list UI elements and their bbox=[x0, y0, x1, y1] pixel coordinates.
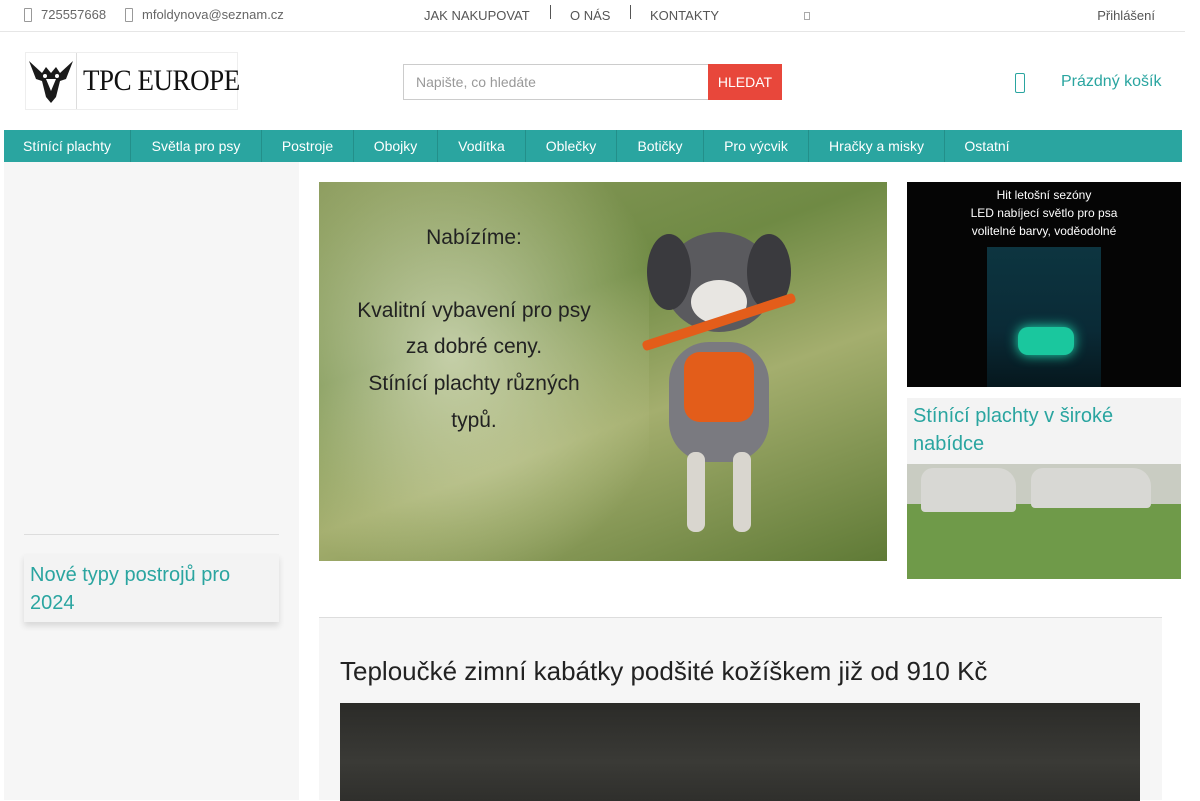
hero-banner[interactable]: Nabízíme: Kvalitní vybavení pro psy za d… bbox=[319, 182, 887, 561]
article-image[interactable] bbox=[340, 703, 1140, 801]
led-promo-line3: volitelné barvy, voděodolné bbox=[971, 224, 1117, 238]
nav-about[interactable]: O NÁS bbox=[570, 8, 610, 23]
category-shade-sails[interactable]: Stínící plachty bbox=[4, 130, 131, 162]
covered-caravan-image bbox=[1031, 468, 1151, 508]
led-light-promo[interactable]: Hit letošní sezóny LED nabíjecí světlo p… bbox=[907, 182, 1181, 387]
water-splash-image bbox=[987, 247, 1101, 387]
shade-covers-title: Stínící plachty v široké nabídce bbox=[913, 405, 1114, 455]
category-other[interactable]: Ostatní bbox=[945, 130, 1029, 162]
cart-icon[interactable] bbox=[1015, 73, 1025, 93]
nav-how-to-buy[interactable]: JAK NAKUPOVAT bbox=[424, 8, 530, 23]
hero-line-sails: Stínící plachty různých bbox=[368, 372, 580, 395]
search-input[interactable] bbox=[403, 64, 709, 100]
top-bar: 725557668 mfoldynova@seznam.cz JAK NAKUP… bbox=[0, 0, 1185, 32]
social-icon[interactable] bbox=[804, 12, 810, 20]
nav-contacts[interactable]: KONTAKTY bbox=[650, 8, 719, 23]
hero-heading: Nabízíme: bbox=[426, 226, 522, 249]
phone-contact[interactable]: 725557668 bbox=[24, 7, 106, 22]
bull-head-logo-icon bbox=[26, 53, 77, 109]
nav-separator bbox=[550, 5, 551, 19]
phone-number: 725557668 bbox=[41, 7, 107, 22]
category-nav: Stínící plachty Světla pro psy Postroje … bbox=[4, 130, 1182, 162]
email-address: mfoldynova@seznam.cz bbox=[142, 7, 284, 22]
category-clothes[interactable]: Oblečky bbox=[526, 130, 617, 162]
shade-covers-promo[interactable]: Stínící plachty v široké nabídce bbox=[907, 398, 1181, 579]
category-leashes[interactable]: Vodítka bbox=[438, 130, 526, 162]
led-promo-line1: Hit letošní sezóny bbox=[996, 188, 1092, 202]
harness-promo-title: Nové typy postrojů pro 2024 bbox=[30, 564, 231, 614]
led-device-image bbox=[1018, 327, 1074, 355]
sidebar-divider bbox=[24, 534, 279, 535]
covered-car-image bbox=[921, 468, 1016, 512]
shade-covers-caption: Stínící plachty v široké nabídce bbox=[907, 398, 1181, 464]
left-sidebar: Nové typy postrojů pro 2024 bbox=[4, 162, 299, 800]
phone-icon bbox=[24, 7, 32, 22]
harness-promo-card[interactable]: Nové typy postrojů pro 2024 bbox=[24, 554, 279, 622]
hero-line-price: za dobré ceny. bbox=[405, 335, 543, 358]
category-harnesses[interactable]: Postroje bbox=[262, 130, 354, 162]
category-toys-bowls[interactable]: Hračky a misky bbox=[809, 130, 945, 162]
hero-line-types: typů. bbox=[451, 409, 497, 432]
category-dog-lights[interactable]: Světla pro psy bbox=[131, 130, 262, 162]
site-logo[interactable]: TPC EUROPE bbox=[25, 52, 240, 110]
article-title[interactable]: Teploučké zimní kabátky podšité kožíškem… bbox=[340, 656, 987, 687]
category-training[interactable]: Pro výcvik bbox=[704, 130, 809, 162]
nav-separator bbox=[630, 5, 631, 19]
category-booties[interactable]: Botičky bbox=[617, 130, 704, 162]
led-promo-line2: LED nabíjecí světlo pro psa bbox=[970, 206, 1118, 220]
article-section: Teploučké zimní kabátky podšité kožíškem… bbox=[319, 617, 1162, 801]
email-contact[interactable]: mfoldynova@seznam.cz bbox=[125, 7, 284, 22]
envelope-icon bbox=[125, 7, 133, 22]
search-button[interactable]: HLEDAT bbox=[708, 64, 782, 100]
dog-image bbox=[642, 232, 796, 532]
category-collars[interactable]: Obojky bbox=[354, 130, 438, 162]
login-link[interactable]: Přihlášení bbox=[1097, 8, 1155, 23]
hero-line-quality: Kvalitní vybavení pro psy bbox=[357, 299, 591, 322]
cart-status[interactable]: Prázdný košík bbox=[1061, 73, 1161, 91]
logo-text: TPC EUROPE bbox=[83, 64, 240, 97]
